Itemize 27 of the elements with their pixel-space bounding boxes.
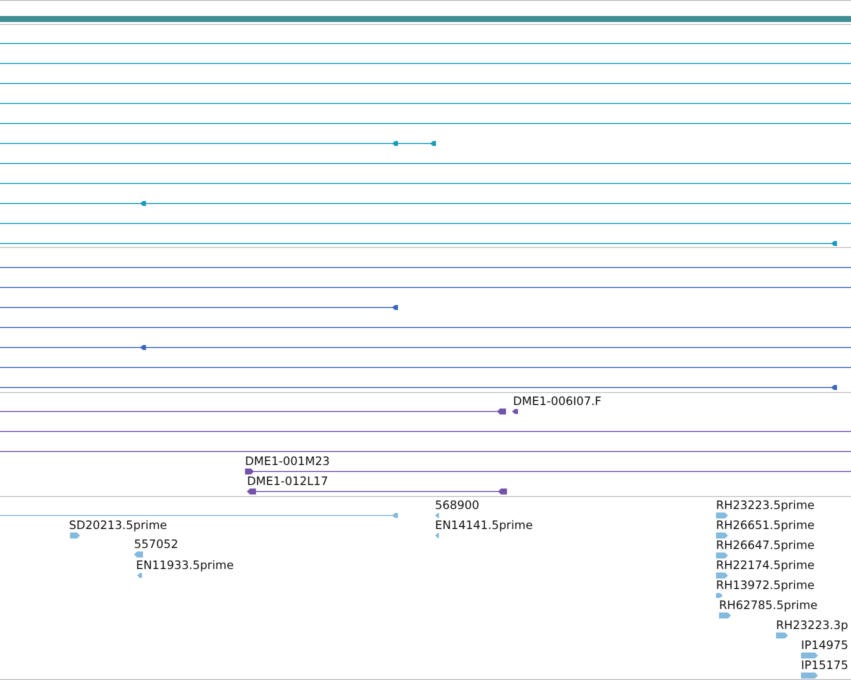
alignment-feature[interactable] xyxy=(0,241,838,246)
feature-label: SD20213.5prime xyxy=(69,518,168,532)
feature-label: RH13972.5prime xyxy=(716,578,814,592)
feature-label: DME1-012L17 xyxy=(247,474,328,488)
alignment-feature[interactable] xyxy=(0,201,851,206)
feature-label: IP14975 xyxy=(801,638,848,652)
alignment-feature[interactable] xyxy=(246,488,508,494)
feature-label: IP15175 xyxy=(801,658,848,672)
feature-label: EN11933.5prime xyxy=(136,558,234,572)
feature-label: 557052 xyxy=(134,537,178,551)
feature-label: RH23223.5prime xyxy=(716,498,814,512)
alignment-feature[interactable] xyxy=(0,385,838,390)
alignment-feature[interactable] xyxy=(0,408,506,414)
feature-label: RH26651.5prime xyxy=(716,518,814,532)
feature-label: RH62785.5prime xyxy=(719,598,818,612)
feature-label: RH23223.3p xyxy=(776,618,848,632)
feature-label: DME1-001M23 xyxy=(245,454,330,468)
alignment-feature[interactable] xyxy=(244,468,851,474)
feature-label: DME1-006I07.F xyxy=(513,394,602,408)
feature-label: RH26647.5prime xyxy=(716,538,814,552)
alignment-feature[interactable] xyxy=(0,141,436,146)
feature-label: 568900 xyxy=(435,498,480,512)
feature-arrow[interactable] xyxy=(512,409,518,414)
alignment-feature[interactable] xyxy=(0,305,398,310)
feature-label: RH22174.5prime xyxy=(716,558,814,572)
feature-label: EN14141.5prime xyxy=(435,518,533,532)
alignment-feature[interactable] xyxy=(0,345,851,350)
